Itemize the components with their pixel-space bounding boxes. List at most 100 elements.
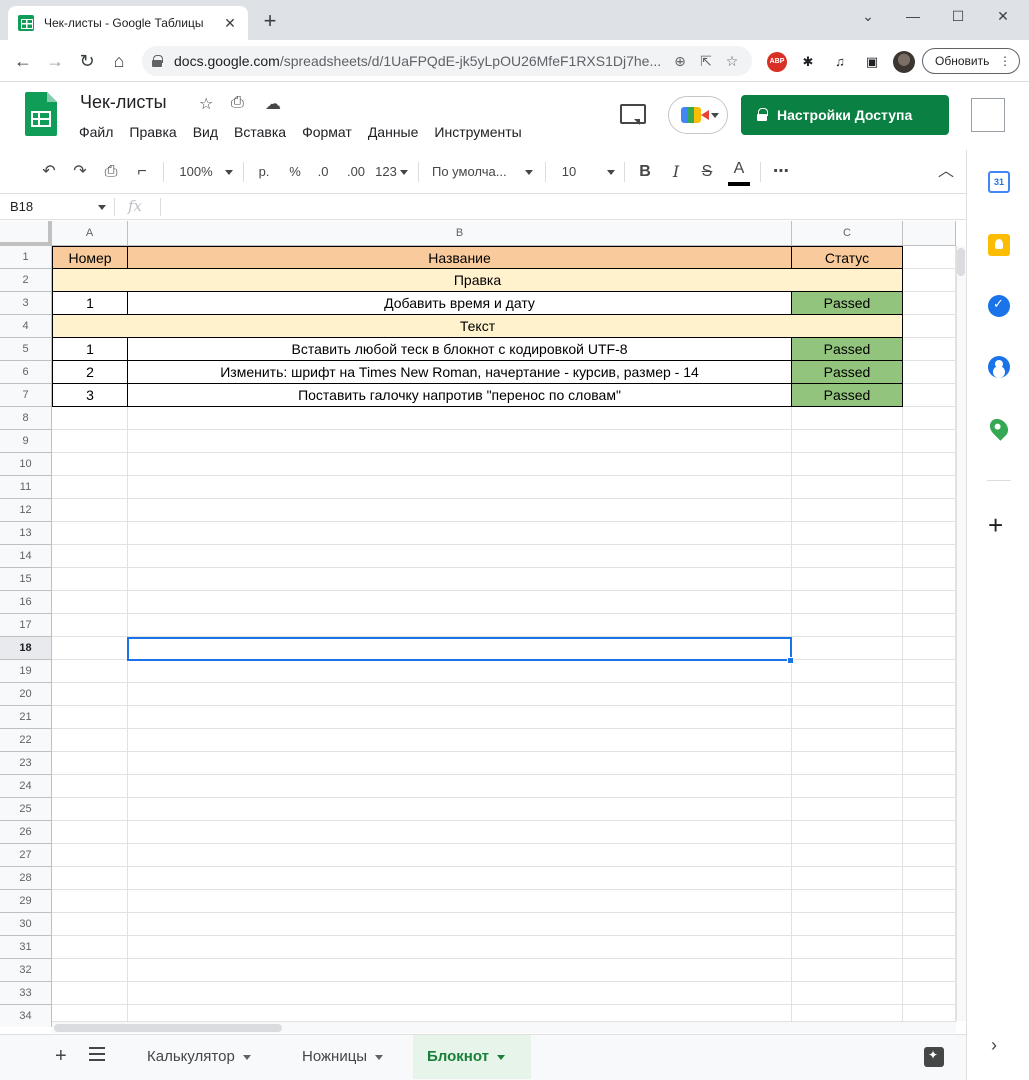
item-status-cell[interactable]: Passed <box>792 338 903 361</box>
maps-icon[interactable] <box>986 415 1012 441</box>
fill-handle[interactable] <box>787 657 794 664</box>
empty-cell[interactable] <box>128 545 792 568</box>
empty-cell[interactable] <box>792 867 903 890</box>
hide-side-panel-chevron-icon[interactable]: › <box>991 1035 997 1056</box>
decrease-decimal-button[interactable]: .0 <box>312 162 334 182</box>
column-header-c[interactable]: C <box>792 221 903 246</box>
star-icon[interactable]: ☆ <box>199 94 213 114</box>
item-name-cell[interactable]: Вставить любой теск в блокнот с кодировк… <box>128 338 792 361</box>
empty-cell[interactable] <box>903 384 956 407</box>
row-header[interactable]: 30 <box>0 913 52 936</box>
empty-cell[interactable] <box>792 844 903 867</box>
empty-cell[interactable] <box>903 315 956 338</box>
italic-button[interactable]: I <box>667 162 685 182</box>
font-family-select[interactable]: По умолча... <box>432 162 516 182</box>
select-all-corner[interactable] <box>0 221 52 246</box>
share-button[interactable]: Настройки Доступа <box>741 95 949 135</box>
sheet-tab-notepad[interactable]: Блокнот <box>413 1035 531 1079</box>
empty-cell[interactable] <box>128 453 792 476</box>
empty-cell[interactable] <box>903 959 956 982</box>
sheet-tab-calculator[interactable]: Калькулятор <box>133 1035 265 1079</box>
empty-cell[interactable] <box>903 775 956 798</box>
section-row[interactable]: Текст <box>52 315 903 338</box>
empty-cell[interactable] <box>52 890 128 913</box>
empty-cell[interactable] <box>792 430 903 453</box>
font-size-select[interactable]: 10 <box>559 162 579 182</box>
bold-button[interactable]: B <box>636 162 654 182</box>
print-icon[interactable]: ⎙ <box>100 162 122 182</box>
empty-cell[interactable] <box>792 982 903 1005</box>
empty-cell[interactable] <box>52 844 128 867</box>
empty-cell[interactable] <box>128 982 792 1005</box>
forward-arrow-icon[interactable]: → <box>42 48 68 74</box>
empty-cell[interactable] <box>52 729 128 752</box>
empty-cell[interactable] <box>903 292 956 315</box>
row-header[interactable]: 17 <box>0 614 52 637</box>
row-header[interactable]: 12 <box>0 499 52 522</box>
empty-cell[interactable] <box>52 959 128 982</box>
empty-cell[interactable] <box>903 752 956 775</box>
chevron-down-icon[interactable] <box>607 170 615 175</box>
row-header[interactable]: 26 <box>0 821 52 844</box>
empty-cell[interactable] <box>52 867 128 890</box>
contacts-icon[interactable] <box>988 356 1010 378</box>
sheet-tab-scissors[interactable]: Ножницы <box>288 1035 397 1079</box>
empty-cell[interactable] <box>792 821 903 844</box>
menu-edit[interactable]: Правка <box>129 124 176 140</box>
row-header[interactable]: 13 <box>0 522 52 545</box>
empty-cell[interactable] <box>52 913 128 936</box>
more-options-button[interactable]: ⋯ <box>770 162 792 182</box>
undo-icon[interactable]: ↶ <box>38 162 60 182</box>
row-header[interactable]: 34 <box>0 1005 52 1027</box>
maximize-window-button[interactable]: ☐ <box>938 4 978 28</box>
column-header-empty[interactable] <box>903 221 956 246</box>
row-header[interactable]: 10 <box>0 453 52 476</box>
media-control-icon[interactable]: ♫ <box>830 52 850 72</box>
calendar-icon[interactable]: 31 <box>988 171 1010 193</box>
empty-cell[interactable] <box>52 522 128 545</box>
address-bar[interactable]: docs.google.com /spreadsheets/d/1UaFPQdE… <box>142 46 752 76</box>
empty-cell[interactable] <box>903 476 956 499</box>
empty-cell[interactable] <box>792 706 903 729</box>
empty-cell[interactable] <box>128 729 792 752</box>
redo-icon[interactable]: ↷ <box>69 162 91 182</box>
all-sheets-menu-icon[interactable] <box>89 1047 105 1061</box>
empty-cell[interactable] <box>792 568 903 591</box>
item-status-cell[interactable]: Passed <box>792 361 903 384</box>
zoom-magnifier-icon[interactable]: ⊕ <box>670 53 690 70</box>
empty-cell[interactable] <box>792 637 903 660</box>
menu-file[interactable]: Файл <box>79 124 113 140</box>
empty-cell[interactable] <box>128 821 792 844</box>
chevron-down-icon[interactable] <box>242 1054 251 1060</box>
empty-cell[interactable] <box>903 453 956 476</box>
empty-cell[interactable] <box>52 407 128 430</box>
sheets-logo-icon[interactable] <box>25 92 57 136</box>
empty-cell[interactable] <box>128 844 792 867</box>
empty-cell[interactable] <box>128 407 792 430</box>
increase-decimal-button[interactable]: .00 <box>342 162 370 182</box>
currency-format-button[interactable]: р. <box>254 162 274 182</box>
more-vert-icon[interactable]: ⋮ <box>999 49 1011 73</box>
empty-cell[interactable] <box>128 614 792 637</box>
paint-format-icon[interactable]: ⌐ <box>131 162 153 182</box>
row-header[interactable]: 31 <box>0 936 52 959</box>
empty-cell[interactable] <box>52 637 128 660</box>
header-cell-number[interactable]: Номер <box>52 246 128 269</box>
vertical-scroll-thumb[interactable] <box>957 248 965 276</box>
tab-search-chevron-icon[interactable]: ⌄ <box>848 4 888 28</box>
get-addons-plus-icon[interactable]: + <box>988 512 1003 538</box>
empty-cell[interactable] <box>128 660 792 683</box>
empty-cell[interactable] <box>128 775 792 798</box>
chevron-down-icon[interactable] <box>525 170 533 175</box>
row-header[interactable]: 29 <box>0 890 52 913</box>
empty-cell[interactable] <box>52 499 128 522</box>
empty-cell[interactable] <box>792 798 903 821</box>
empty-cell[interactable] <box>128 683 792 706</box>
strikethrough-button[interactable]: S <box>698 162 716 182</box>
reload-icon[interactable]: ↻ <box>74 48 100 74</box>
empty-cell[interactable] <box>52 706 128 729</box>
row-header[interactable]: 25 <box>0 798 52 821</box>
row-header[interactable]: 3 <box>0 292 52 315</box>
empty-cell[interactable] <box>52 453 128 476</box>
close-tab-icon[interactable]: ✕ <box>222 15 238 32</box>
